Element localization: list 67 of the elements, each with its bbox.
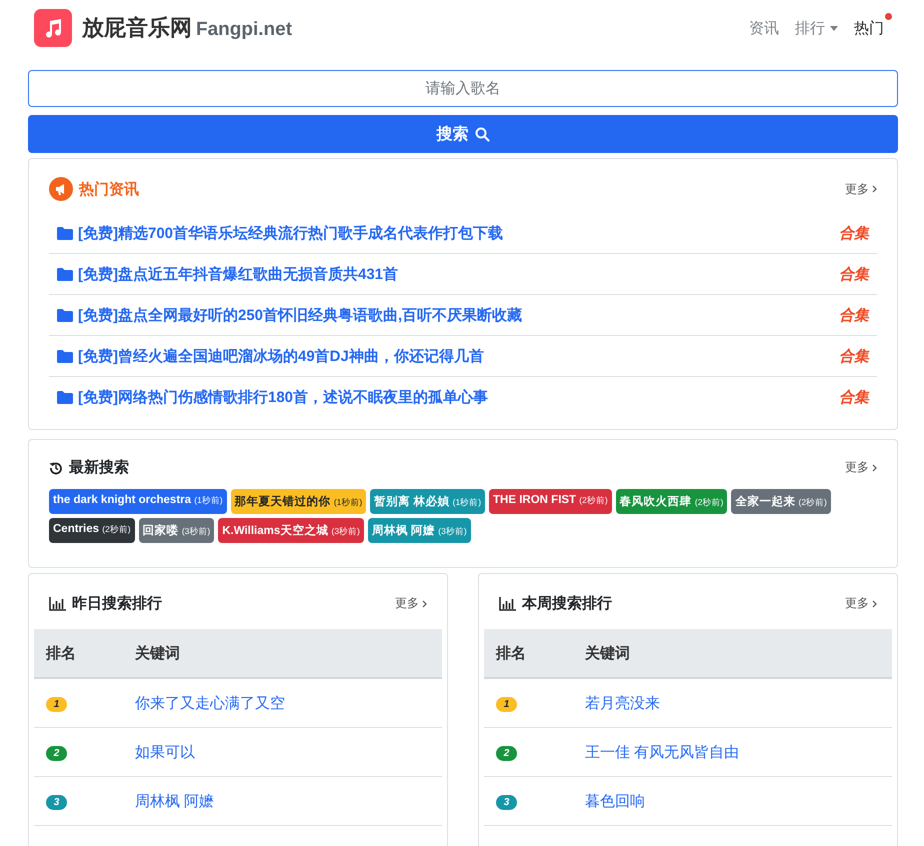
rank-badge: 2 — [496, 746, 517, 761]
search-tag[interactable]: 回家喽 (3秒前) — [138, 518, 214, 543]
keyword-link[interactable]: 王一佳 有风无风皆自由 — [585, 742, 740, 762]
news-link[interactable]: [免费]曾经火遍全国迪吧溜冰场的49首DJ神曲，你还记得几首 — [78, 346, 484, 366]
notification-dot — [885, 12, 892, 20]
news-link[interactable]: [免费]盘点全网最好听的250首怀旧经典粤语歌曲,百听不厌果断收藏 — [78, 306, 522, 324]
chevron-right-icon — [422, 600, 427, 608]
folder-icon — [57, 226, 73, 240]
column-header: 排名 — [44, 644, 77, 662]
more-link[interactable]: 更多 — [395, 595, 427, 612]
keyword-link[interactable]: 你来了又走心满了又空 — [135, 694, 285, 712]
search-tag[interactable]: 春风吹火西肆 (2秒前) — [616, 489, 728, 514]
search-tag[interactable]: Centries (2秒前) — [49, 518, 135, 543]
keyword-link[interactable]: 暮色回响 — [585, 792, 645, 810]
rank-badge: 1 — [46, 697, 67, 712]
more-link[interactable]: 更多 — [845, 180, 877, 198]
collection-tag: 合集 — [839, 306, 869, 324]
site-name[interactable]: 放屁音乐网 Fangpi.net — [82, 13, 292, 43]
search-tag[interactable]: 周林枫 阿嬷 (3秒前) — [368, 518, 471, 543]
rank-badge: 3 — [496, 795, 517, 810]
section-title: 本周搜索排行 — [522, 594, 612, 613]
section-title: 昨日搜索排行 — [72, 594, 162, 613]
collection-tag: 合集 — [839, 224, 869, 242]
news-link[interactable]: [免费]盘点近五年抖音爆红歌曲无损音质共431首 — [78, 264, 398, 284]
chevron-right-icon — [872, 185, 877, 193]
rank-badge: 1 — [496, 697, 517, 712]
search-tag[interactable]: 暂别离 林必媜 (1秒前) — [370, 489, 486, 514]
search-tag[interactable]: 全家一起来 (2秒前) — [731, 489, 831, 514]
folder-icon — [57, 390, 73, 404]
rank-badge: 3 — [46, 795, 67, 810]
folder-icon — [57, 308, 73, 322]
collection-tag: 合集 — [839, 264, 869, 284]
more-link[interactable]: 更多 — [845, 595, 877, 612]
keyword-link[interactable]: 若月亮没来 — [585, 694, 660, 712]
search-button[interactable]: 搜索 — [28, 115, 898, 153]
chevron-right-icon — [872, 464, 877, 472]
search-tag[interactable]: the dark knight orchestra (1秒前) — [49, 489, 227, 514]
search-tag[interactable]: K.Williams天空之城 (3秒前) — [218, 518, 364, 543]
keyword-link[interactable]: 周林枫 阿嬷 — [135, 792, 214, 810]
caret-icon — [830, 26, 838, 30]
megaphone-icon — [49, 177, 73, 201]
section-title: 最新搜索 — [69, 458, 129, 477]
music-note-logo[interactable] — [34, 9, 72, 47]
more-link[interactable]: 更多 — [845, 459, 877, 476]
news-link[interactable]: [免费]网络热门伤感情歌排行180首，述说不眠夜里的孤单心事 — [78, 388, 488, 406]
column-header: 关键词 — [135, 644, 180, 662]
history-icon — [49, 460, 63, 474]
folder-icon — [57, 350, 73, 362]
nav-link[interactable]: 资讯 — [749, 18, 779, 38]
search-field[interactable]: 请输入歌名 — [28, 70, 898, 107]
nav-link[interactable]: 排行 — [795, 18, 838, 38]
nav-link[interactable]: 热门 — [854, 12, 892, 38]
bar-chart-icon — [49, 596, 66, 610]
bar-chart-icon — [499, 596, 516, 610]
chevron-right-icon — [872, 600, 877, 608]
news-link[interactable]: [免费]精选700首华语乐坛经典流行热门歌手成名代表作打包下载 — [78, 224, 504, 242]
keyword-link[interactable]: 如果可以 — [135, 742, 195, 762]
search-icon — [474, 126, 490, 142]
collection-tag: 合集 — [839, 346, 869, 366]
column-header: 关键词 — [585, 644, 630, 662]
folder-icon — [57, 268, 73, 280]
search-tag[interactable]: THE IRON FIST (2秒前) — [489, 489, 612, 514]
rank-badge: 2 — [46, 746, 67, 761]
collection-tag: 合集 — [839, 388, 869, 406]
search-tag[interactable]: 那年夏天错过的你 (1秒前) — [230, 489, 366, 514]
section-title: 热门资讯 — [79, 180, 139, 198]
column-header: 排名 — [494, 644, 527, 662]
